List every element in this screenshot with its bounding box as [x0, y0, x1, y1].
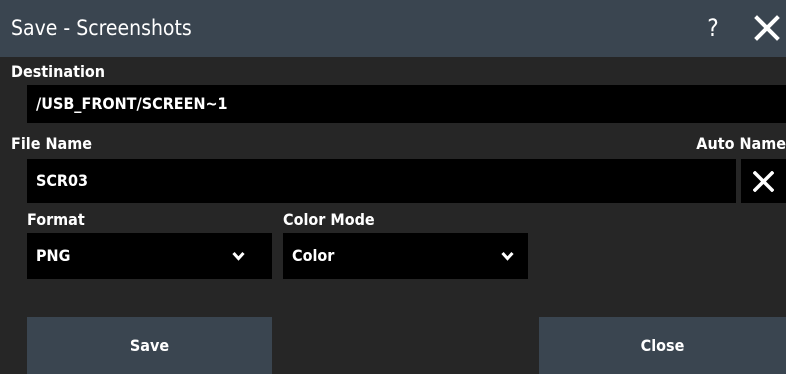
save-button[interactable]: Save — [27, 317, 272, 374]
close-icon[interactable] — [754, 15, 780, 41]
auto-name-clear-button[interactable] — [741, 159, 786, 203]
close-button[interactable]: Close — [539, 317, 786, 374]
color-mode-selected-value: Color — [292, 246, 335, 265]
help-icon[interactable]: ? — [703, 13, 723, 43]
format-select[interactable]: PNG — [27, 233, 272, 279]
chevron-down-icon — [232, 251, 245, 261]
file-name-label: File Name — [11, 134, 92, 153]
destination-label: Destination — [11, 62, 106, 81]
dialog-title-bar: Save - Screenshots ? — [0, 0, 786, 57]
dialog-title: Save - Screenshots — [11, 16, 192, 40]
format-selected-value: PNG — [36, 246, 71, 265]
chevron-down-icon — [501, 251, 514, 261]
destination-value: /USB_FRONT/SCREEN~1 — [36, 94, 228, 113]
file-name-value: SCR03 — [36, 171, 89, 190]
format-label: Format — [27, 210, 85, 229]
file-name-input[interactable]: SCR03 — [27, 159, 736, 203]
close-icon — [753, 171, 774, 192]
destination-field[interactable]: /USB_FRONT/SCREEN~1 — [27, 85, 786, 123]
color-mode-label: Color Mode — [283, 210, 375, 229]
auto-name-label: Auto Name — [696, 134, 786, 153]
color-mode-select[interactable]: Color — [283, 233, 528, 279]
save-screenshots-dialog: Save - Screenshots ? Destination /USB_FR… — [0, 0, 786, 374]
